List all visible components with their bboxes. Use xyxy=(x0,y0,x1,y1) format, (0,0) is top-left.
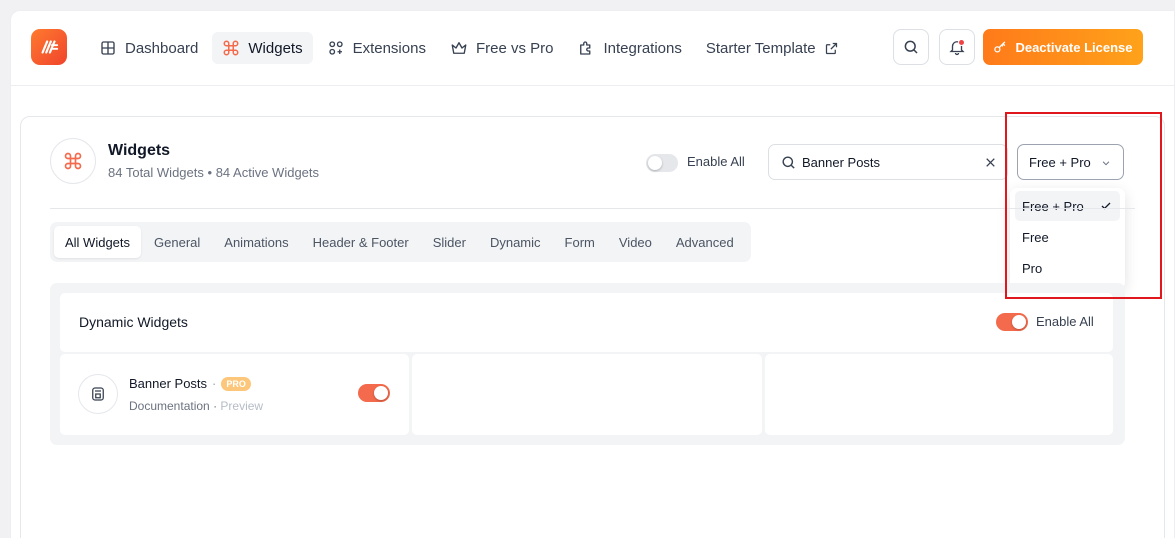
enable-all-toggle[interactable] xyxy=(646,154,678,172)
section-enable-all-toggle[interactable] xyxy=(996,313,1028,331)
widget-card-banner-posts: Banner Posts · PRO Documentation · Previ… xyxy=(60,354,409,435)
enable-all-label: Enable All xyxy=(687,154,745,169)
widgets-card: Widgets 84 Total Widgets • 84 Active Wid… xyxy=(20,116,1165,538)
top-navigation: Dashboard Widgets Extensions Free vs Pro xyxy=(11,11,1174,86)
preview-link[interactable]: Preview xyxy=(220,399,263,413)
puzzle-icon xyxy=(577,39,595,57)
tab-video[interactable]: Video xyxy=(608,226,663,258)
dashboard-grid-icon xyxy=(99,39,117,57)
external-link-icon xyxy=(824,41,839,56)
tab-advanced[interactable]: Advanced xyxy=(665,226,745,258)
clear-search-icon[interactable] xyxy=(984,156,997,169)
tab-general[interactable]: General xyxy=(143,226,211,258)
tab-slider[interactable]: Slider xyxy=(422,226,477,258)
dynamic-widgets-section: Dynamic Widgets Enable All Banner Posts … xyxy=(50,283,1125,445)
notification-dot xyxy=(958,39,965,46)
widget-search-input[interactable] xyxy=(802,152,982,172)
app-window: Dashboard Widgets Extensions Free vs Pro xyxy=(10,10,1175,538)
main-menu: Dashboard Widgets Extensions Free vs Pro xyxy=(89,32,853,64)
extensions-icon xyxy=(327,39,345,57)
tab-header-footer[interactable]: Header & Footer xyxy=(302,226,420,258)
nav-integrations[interactable]: Integrations xyxy=(567,32,691,64)
nav-widgets-label: Widgets xyxy=(248,39,303,57)
banner-posts-toggle[interactable] xyxy=(358,384,390,402)
nav-starter-template-label: Starter Template xyxy=(705,39,816,57)
logo-icon xyxy=(41,40,59,54)
nav-dashboard-label: Dashboard xyxy=(125,39,199,57)
widget-name-row: Banner Posts · PRO xyxy=(129,376,251,391)
widget-counts: 84 Total Widgets • 84 Active Widgets xyxy=(108,165,319,180)
search-icon xyxy=(904,40,918,54)
post-document-icon xyxy=(92,387,104,401)
toggle-knob xyxy=(1012,315,1026,329)
widgets-header-icon xyxy=(50,138,96,184)
nav-starter-template[interactable]: Starter Template xyxy=(696,32,849,64)
tab-all-widgets[interactable]: All Widgets xyxy=(54,226,142,258)
nav-free-vs-pro[interactable]: Free vs Pro xyxy=(440,32,564,64)
page-title: Widgets xyxy=(108,142,171,159)
notifications-button[interactable] xyxy=(939,29,975,65)
nav-extensions-label: Extensions xyxy=(352,39,426,57)
brand-logo[interactable] xyxy=(31,29,67,65)
header-divider xyxy=(50,208,1135,209)
documentation-link[interactable]: Documentation xyxy=(129,399,210,413)
empty-widget-slot xyxy=(412,354,762,435)
key-icon xyxy=(994,40,1006,52)
widget-search-field[interactable] xyxy=(768,144,1008,180)
toggle-knob xyxy=(648,156,662,170)
search-icon xyxy=(782,156,795,169)
section-enable-all-label: Enable All xyxy=(1036,314,1094,329)
empty-widget-slot xyxy=(765,354,1113,435)
nav-widgets[interactable]: Widgets xyxy=(212,32,313,64)
widget-links: Documentation · Preview xyxy=(129,399,263,413)
deactivate-license-button[interactable]: Deactivate License xyxy=(983,29,1143,65)
nav-integrations-label: Integrations xyxy=(603,39,682,57)
crown-icon xyxy=(450,39,468,57)
nav-dashboard[interactable]: Dashboard xyxy=(89,32,208,64)
banner-posts-widget-icon xyxy=(78,374,118,414)
tab-dynamic[interactable]: Dynamic xyxy=(479,226,552,258)
active-widgets-count: 84 Active Widgets xyxy=(215,165,320,180)
count-separator: • xyxy=(207,165,213,180)
search-button[interactable] xyxy=(893,29,929,65)
deactivate-license-label: Deactivate License xyxy=(1015,39,1133,55)
nav-extensions[interactable]: Extensions xyxy=(317,32,436,64)
section-header: Dynamic Widgets Enable All xyxy=(60,293,1113,352)
name-separator: · xyxy=(212,376,217,391)
command-icon xyxy=(222,39,240,57)
command-icon xyxy=(64,152,82,170)
highlight-box xyxy=(1005,112,1162,299)
tab-form[interactable]: Form xyxy=(554,226,606,258)
toggle-knob xyxy=(374,386,388,400)
tab-animations[interactable]: Animations xyxy=(213,226,299,258)
widget-name: Banner Posts xyxy=(129,376,208,391)
nav-free-vs-pro-label: Free vs Pro xyxy=(475,39,554,57)
pro-badge: PRO xyxy=(221,376,251,391)
section-title: Dynamic Widgets xyxy=(79,314,188,330)
category-tabs: All Widgets General Animations Header & … xyxy=(50,222,751,262)
total-widgets-count: 84 Total Widgets xyxy=(108,165,204,180)
